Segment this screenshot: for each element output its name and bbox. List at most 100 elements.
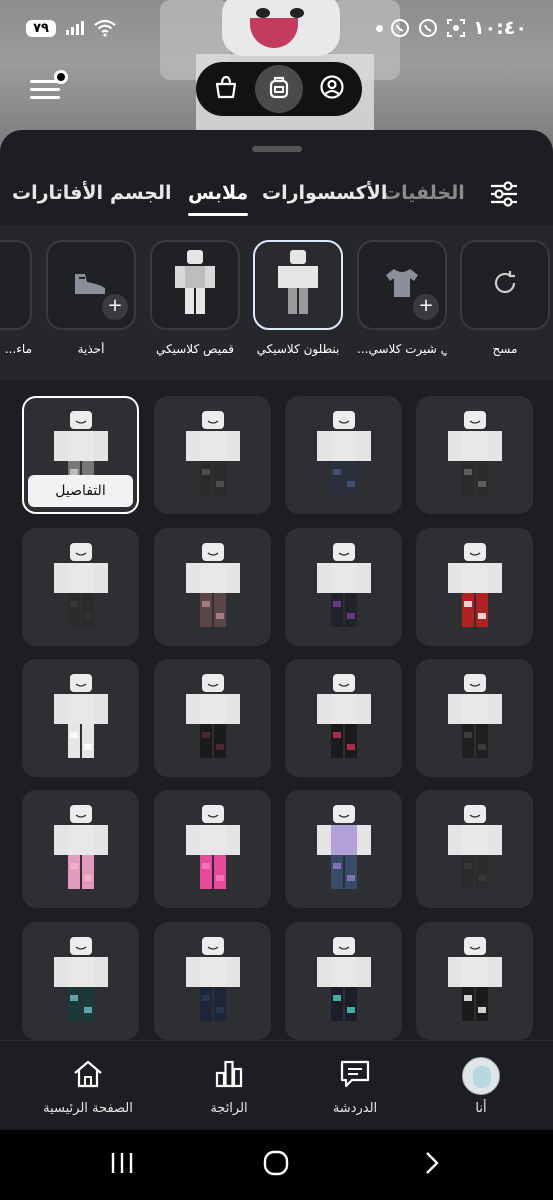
nav-label: أنا <box>475 1101 487 1116</box>
clothing-item-tile[interactable] <box>154 790 271 908</box>
profile-tab-button[interactable] <box>308 65 356 113</box>
clothing-item-tile[interactable] <box>285 528 402 646</box>
clothing-item-tile[interactable] <box>154 922 271 1040</box>
tab-accessories[interactable]: الأكسسوارات <box>262 182 387 216</box>
avatar-thumbnail <box>167 248 223 322</box>
category-label: ...تي شيرت كلاسي <box>357 342 447 356</box>
nav-label: الرائجة <box>210 1101 248 1116</box>
recent-apps-icon <box>109 1151 135 1179</box>
nav-label: الصفحة الرئيسية <box>43 1101 133 1116</box>
category-classic-pants[interactable]: بنطلون كلاسيكي <box>253 240 343 356</box>
avatar-thumbnail <box>185 674 240 758</box>
category-partial[interactable]: ...ماء <box>0 240 32 356</box>
shopping-bag-icon <box>213 74 239 104</box>
clothing-item-tile[interactable] <box>154 396 271 514</box>
clothing-item-tile[interactable] <box>22 659 139 777</box>
whatsapp-icon <box>389 17 411 39</box>
avatar-thumbnail <box>447 674 502 758</box>
category-label: أحذية <box>77 342 105 356</box>
avatar-thumbnail <box>185 543 240 627</box>
clothing-item-tile[interactable] <box>285 922 402 1040</box>
category-classic-tshirt[interactable]: + ...تي شيرت كلاسي <box>357 240 447 356</box>
add-icon: + <box>413 294 439 320</box>
avatar-thumbnail <box>447 805 502 889</box>
sheet-drag-handle[interactable] <box>252 146 302 152</box>
avatar-thumbnail <box>185 937 240 1021</box>
clothing-item-tile[interactable] <box>285 790 402 908</box>
home-icon <box>72 1059 104 1093</box>
chevron-right-icon <box>422 1150 442 1180</box>
notification-dot <box>376 24 383 32</box>
clothing-item-tile[interactable] <box>416 659 533 777</box>
clothing-item-tile[interactable] <box>154 659 271 777</box>
home-system-button[interactable] <box>256 1150 296 1180</box>
nav-home[interactable]: الصفحة الرئيسية <box>28 1059 148 1116</box>
avatar-thumbnail <box>53 543 108 627</box>
home-circle-icon <box>263 1150 289 1180</box>
avatar-thumbnail <box>447 543 502 627</box>
tab-avatars[interactable]: الأفاتارات <box>12 182 103 216</box>
menu-notification-badge <box>54 70 68 84</box>
user-circle-icon <box>319 74 345 104</box>
avatar-thumbnail <box>185 805 240 889</box>
view-switcher <box>196 62 362 116</box>
clothing-item-tile[interactable]: التفاصيل <box>22 396 139 514</box>
avatar-thumbnail <box>53 937 108 1021</box>
screenshot-icon <box>445 17 467 39</box>
category-label: مسح <box>492 342 518 356</box>
wifi-icon <box>94 17 116 39</box>
avatar-editor-sheet: الخلفيات الأكسسوارات ملابس الجسم الأفاتا… <box>0 130 553 1130</box>
nav-label: الدردشة <box>332 1101 378 1116</box>
status-bar: ٧٩ ١٠:٤٠ <box>0 0 553 56</box>
inventory-tab-button[interactable] <box>255 65 303 113</box>
clothing-item-tile[interactable] <box>416 396 533 514</box>
clothing-item-tile[interactable] <box>416 528 533 646</box>
clothing-item-tile[interactable] <box>416 922 533 1040</box>
clock: ١٠:٤٠ <box>473 17 527 39</box>
avatar-thumbnail <box>316 937 371 1021</box>
category-label: ...ماء <box>4 342 32 356</box>
nav-trending[interactable]: الرائجة <box>174 1059 284 1116</box>
recent-apps-button[interactable] <box>102 1150 142 1180</box>
avatar-thumbnail <box>185 411 240 495</box>
category-classic-shirt[interactable]: قميص كلاسيكي <box>150 240 240 356</box>
back-system-button[interactable] <box>412 1150 452 1180</box>
clothing-item-tile[interactable] <box>22 922 139 1040</box>
category-label: بنطلون كلاسيكي <box>256 342 340 356</box>
avatar-thumbnail <box>316 543 371 627</box>
clothing-item-tile[interactable] <box>154 528 271 646</box>
sliders-icon <box>488 181 520 214</box>
avatar-thumbnail <box>447 411 502 495</box>
category-clear[interactable]: مسح <box>460 240 550 356</box>
tab-body[interactable]: الجسم <box>110 182 172 216</box>
filter-button[interactable] <box>488 178 522 212</box>
clothing-item-tile[interactable] <box>285 659 402 777</box>
chat-icon <box>339 1059 371 1093</box>
avatar-thumbnail <box>53 674 108 758</box>
menu-button[interactable] <box>28 70 68 104</box>
signal-icon <box>64 17 86 39</box>
clothing-item-tile[interactable] <box>22 528 139 646</box>
avatar-thumbnail <box>316 411 371 495</box>
backpack-icon <box>266 74 292 104</box>
avatar-thumbnail <box>316 805 371 889</box>
shop-tab-button[interactable] <box>202 65 250 113</box>
tab-backgrounds[interactable]: الخلفيات <box>382 182 465 216</box>
clothing-item-tile[interactable] <box>22 790 139 908</box>
category-shoes[interactable]: + أحذية <box>46 240 136 356</box>
avatar-thumbnail <box>447 937 502 1021</box>
avatar-thumbnail <box>53 805 108 889</box>
details-button[interactable]: التفاصيل <box>28 475 133 507</box>
avatar <box>462 1057 500 1095</box>
avatar-thumbnail <box>316 674 371 758</box>
clothing-item-tile[interactable] <box>416 790 533 908</box>
chart-icon <box>214 1059 244 1093</box>
nav-me[interactable]: أنا <box>426 1057 536 1116</box>
battery-indicator: ٧٩ <box>26 19 56 37</box>
nav-chat[interactable]: الدردشة <box>300 1059 410 1116</box>
clothing-item-tile[interactable] <box>285 396 402 514</box>
whatsapp-icon <box>417 17 439 39</box>
tab-clothing[interactable]: ملابس <box>188 182 249 216</box>
bottom-navigation: أنا الدردشة الرائجة الصفحة الرئيسية <box>0 1040 553 1130</box>
add-icon: + <box>102 294 128 320</box>
